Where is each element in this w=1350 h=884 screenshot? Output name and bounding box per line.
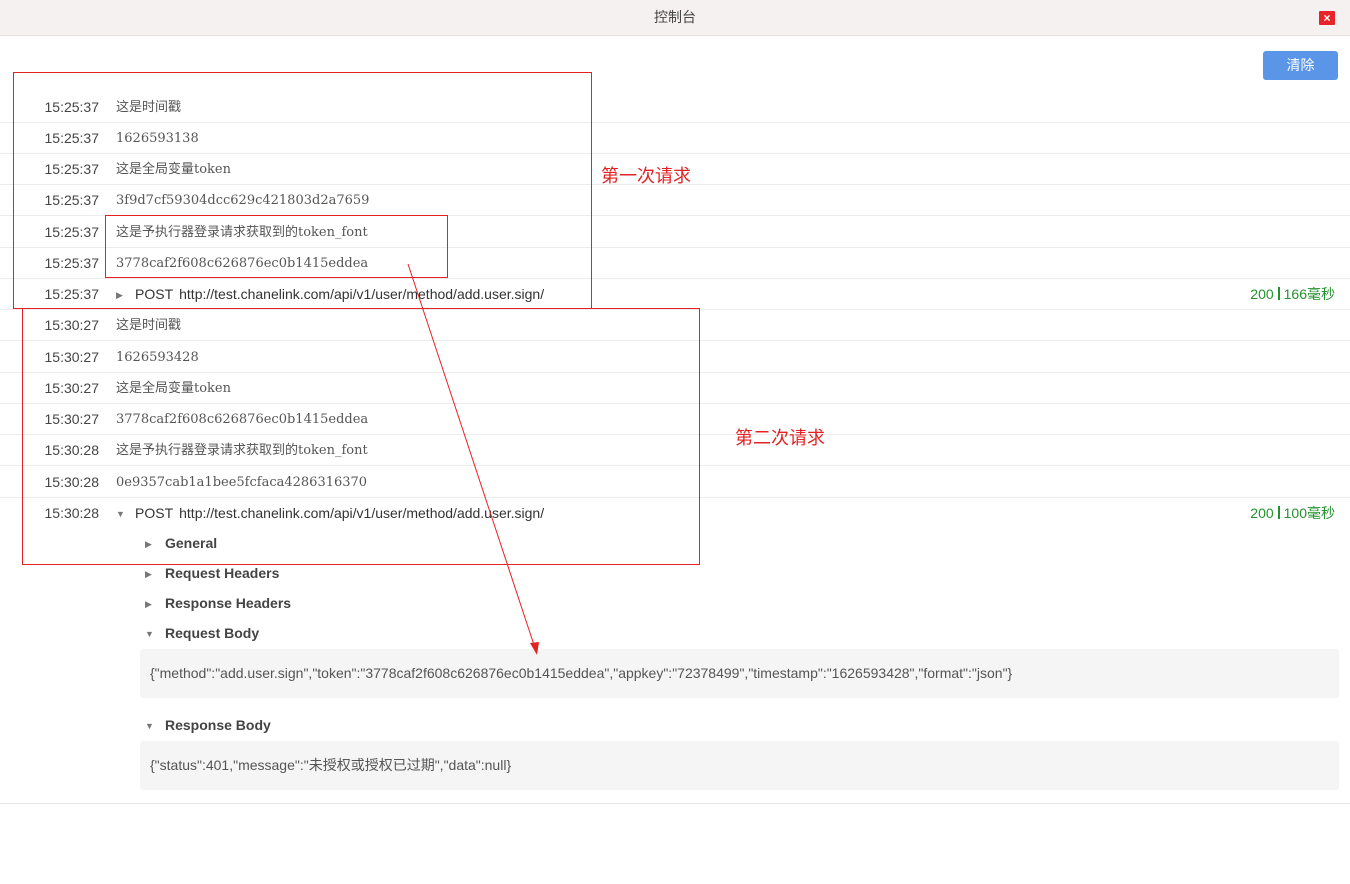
annotation-arrow-line — [407, 263, 536, 649]
annotation-arrow — [407, 263, 539, 655]
annotation-arrow-head — [530, 642, 539, 655]
